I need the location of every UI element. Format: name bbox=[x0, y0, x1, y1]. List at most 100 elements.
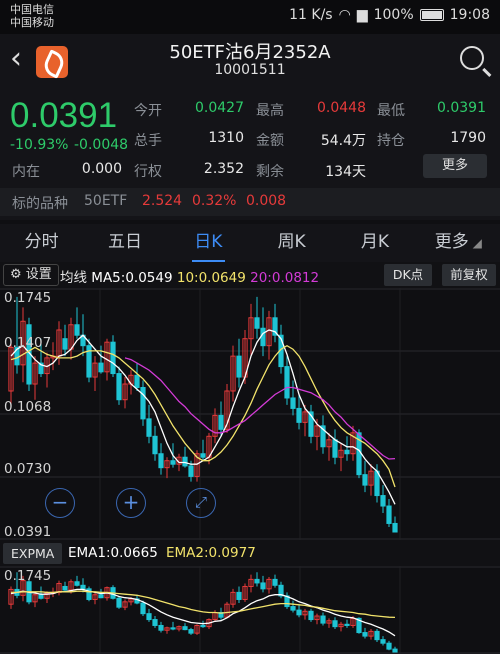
candle-down bbox=[140, 387, 146, 420]
settings-button[interactable]: ⚙ 设置 bbox=[3, 264, 59, 286]
price-change: -0.0048 bbox=[74, 137, 129, 153]
price-axis-label: 0.0730 bbox=[4, 461, 52, 477]
tab-monthly-k[interactable]: 月K bbox=[333, 224, 416, 262]
underlying-pct: 0.32% bbox=[192, 193, 237, 209]
candle-down bbox=[380, 495, 386, 507]
candle-down bbox=[320, 615, 326, 624]
strike-value: 2.352 bbox=[203, 161, 244, 177]
expma-axis-label: 0.1745 bbox=[4, 568, 52, 584]
contract-code: 10001511 bbox=[214, 62, 286, 78]
candle-down bbox=[284, 366, 290, 399]
underlying-price: 2.524 bbox=[142, 193, 183, 209]
expma-button[interactable]: EXPMA bbox=[3, 543, 63, 564]
indicator-row: ⚙ 设置 均线 MA5:0.0549 10:0.0649 20:0.0812 D… bbox=[0, 262, 500, 288]
amount-value: 54.4万 bbox=[320, 133, 366, 149]
tab-five-day[interactable]: 五日 bbox=[83, 224, 166, 262]
candle-down bbox=[374, 630, 380, 641]
tab-daily-k[interactable]: 日K bbox=[167, 224, 250, 262]
price-axis-label: 0.0391 bbox=[4, 524, 52, 540]
candle-down bbox=[236, 355, 242, 378]
candle-down bbox=[62, 585, 68, 591]
candle-down bbox=[170, 627, 176, 630]
carrier-2: 中国移动 bbox=[10, 16, 54, 29]
ema1-line bbox=[10, 588, 396, 637]
remaining-label: 剩余 bbox=[256, 164, 284, 180]
candle-down bbox=[146, 613, 152, 621]
candle-down bbox=[386, 505, 392, 524]
candle-down bbox=[362, 474, 368, 486]
ema-row: EXPMA EMA1:0.0665 EMA2:0.0977 bbox=[0, 540, 500, 566]
status-bar: 中国电信 中国移动 11 K/s ◠ ▆ 100% 19:08 bbox=[0, 0, 500, 34]
zoom-in-icon[interactable]: + bbox=[116, 488, 146, 518]
candle-down bbox=[272, 578, 278, 586]
triangle-down-icon: ◢ bbox=[468, 236, 482, 250]
settings-label: 设置 bbox=[25, 267, 52, 282]
kline-chart[interactable]: 0.1745 0.1407 0.1068 0.0730 0.0391 − + ⤢ bbox=[0, 288, 500, 540]
volume-value: 1310 bbox=[208, 130, 244, 146]
low-value: 0.0391 bbox=[437, 100, 486, 116]
ma-label: 均线 bbox=[60, 270, 87, 286]
candle-down bbox=[188, 629, 194, 634]
candle-down bbox=[254, 317, 260, 329]
candle-down bbox=[380, 639, 386, 644]
strike-label: 行权 bbox=[134, 164, 162, 180]
high-label: 最高 bbox=[256, 103, 284, 119]
underlying-row[interactable]: 标的品种 50ETF 2.524 0.32% 0.008 bbox=[0, 188, 500, 216]
dk-point-button[interactable]: DK点 bbox=[384, 264, 432, 286]
candle-down bbox=[38, 594, 44, 599]
candle-down bbox=[188, 465, 194, 477]
candle-down bbox=[260, 327, 266, 347]
candle-down bbox=[158, 453, 164, 469]
tab-more[interactable]: 更多 ◢ bbox=[417, 224, 500, 262]
tab-intraday[interactable]: 分时 bbox=[0, 224, 83, 262]
candle-down bbox=[392, 522, 398, 533]
ma5-value: MA5:0.0549 bbox=[91, 270, 173, 286]
ma5-line bbox=[10, 329, 396, 505]
candle-down bbox=[182, 626, 188, 631]
intrinsic-value: 0.000 bbox=[81, 161, 122, 177]
battery-icon bbox=[419, 9, 444, 21]
candle-down bbox=[290, 397, 296, 409]
ma10-value: 10:0.0649 bbox=[176, 270, 246, 286]
candle-down bbox=[392, 648, 398, 653]
ema2-line bbox=[11, 590, 396, 619]
ema2-value: EMA2:0.0977 bbox=[166, 545, 256, 561]
ma20-line bbox=[124, 357, 396, 460]
candle-down bbox=[296, 407, 302, 423]
price-axis-label: 0.1407 bbox=[4, 335, 52, 351]
forward-adjust-button[interactable]: 前复权 bbox=[442, 264, 496, 286]
carrier-info: 中国电信 中国移动 bbox=[10, 3, 54, 29]
high-value: 0.0448 bbox=[317, 100, 366, 116]
fullscreen-icon[interactable]: ⤢ bbox=[186, 488, 216, 518]
underlying-label: 标的品种 bbox=[12, 196, 68, 212]
open-interest-label: 持仓 bbox=[377, 133, 405, 149]
candle-down bbox=[236, 591, 242, 600]
percent-change: -10.93% bbox=[10, 137, 69, 153]
gear-icon: ⚙ bbox=[10, 267, 22, 282]
period-tabs: 分时 五日 日K 周K 月K 更多 ◢ bbox=[0, 224, 500, 262]
search-icon[interactable] bbox=[460, 46, 484, 70]
expma-chart[interactable]: 0.1745 bbox=[0, 566, 500, 654]
candle-down bbox=[74, 581, 80, 586]
zoom-out-icon[interactable]: − bbox=[45, 488, 75, 518]
candle-down bbox=[254, 578, 260, 584]
tab-weekly-k[interactable]: 周K bbox=[250, 224, 333, 262]
candle-down bbox=[110, 341, 116, 375]
candle-down bbox=[344, 623, 350, 626]
candle-down bbox=[152, 435, 158, 455]
candle-down bbox=[98, 362, 104, 373]
tab-more-label: 更多 bbox=[434, 232, 469, 252]
more-button[interactable]: 更多 bbox=[423, 154, 487, 178]
candle-down bbox=[296, 609, 302, 616]
net-speed: 11 K/s bbox=[289, 7, 333, 23]
candle-down bbox=[80, 584, 86, 590]
candle-down bbox=[134, 374, 140, 389]
price-axis-label: 0.1068 bbox=[4, 399, 52, 415]
candle-down bbox=[62, 338, 68, 350]
ma20-value: 20:0.0812 bbox=[250, 270, 320, 286]
candle-down bbox=[74, 324, 80, 336]
clock: 19:08 bbox=[449, 7, 490, 23]
remaining-value: 134天 bbox=[325, 164, 366, 180]
candle-down bbox=[308, 610, 314, 621]
price-axis-label: 0.1745 bbox=[4, 290, 52, 306]
